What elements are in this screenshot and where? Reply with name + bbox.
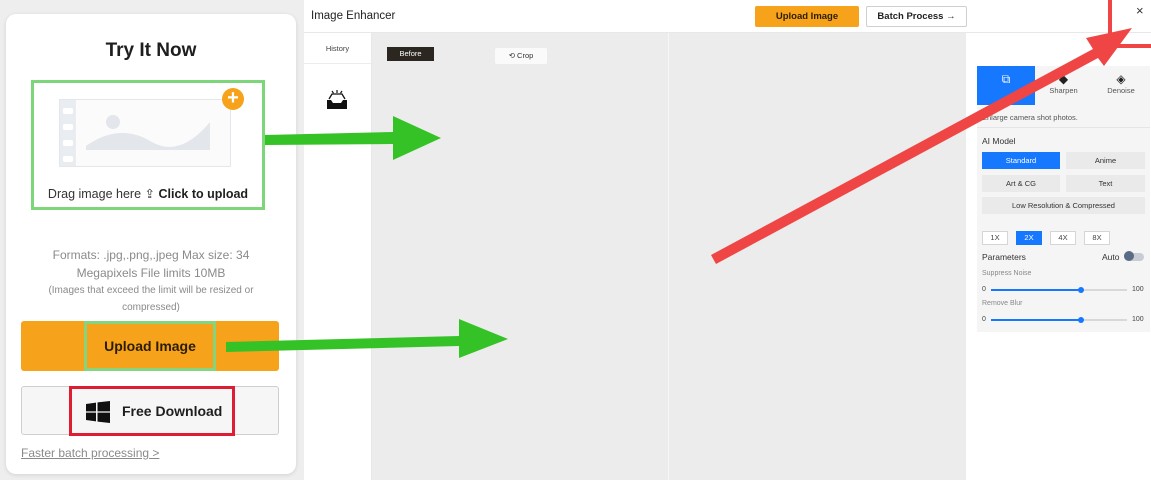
close-icon[interactable]: ×: [1136, 3, 1144, 18]
tab-enlarge[interactable]: ⧉: [977, 66, 1035, 105]
app-title: Image Enhancer: [311, 10, 396, 22]
model-standard-button[interactable]: Standard: [982, 152, 1060, 169]
suppress-noise-handle[interactable]: [1077, 287, 1084, 293]
sharpen-icon: ◆: [1058, 72, 1069, 86]
remove-blur-label: Remove Blur: [982, 300, 1023, 307]
enlarge-icon: ⧉: [1001, 72, 1011, 86]
suppress-noise-slider[interactable]: [991, 287, 1127, 293]
auto-toggle[interactable]: [1124, 251, 1144, 261]
windows-icon: [86, 401, 110, 423]
app-topbar: Image Enhancer Upload Image Batch Proces…: [304, 0, 1151, 33]
upload-image-label: Upload Image: [84, 321, 216, 371]
card-title: Try It Now: [105, 40, 197, 61]
crop-button[interactable]: ⟲ Crop: [495, 48, 547, 64]
before-canvas[interactable]: [372, 33, 668, 480]
scale-2x-button[interactable]: 2X: [1016, 231, 1042, 245]
before-label: Before: [387, 47, 434, 61]
model-art-cg-button[interactable]: Art & CG: [982, 175, 1060, 192]
suppress-noise-label: Suppress Noise: [982, 270, 1032, 277]
tab-denoise[interactable]: ◈ Denoise: [1092, 66, 1150, 105]
click-to-upload-link[interactable]: Click to upload: [158, 187, 248, 201]
placeholder-image-icon: [59, 99, 231, 167]
remove-blur-max: 100: [1132, 316, 1144, 323]
model-low-res-button[interactable]: Low Resolution & Compressed: [982, 197, 1145, 214]
upload-image-button[interactable]: Upload Image: [21, 321, 279, 371]
mode-description: Enlarge camera shot photos.: [982, 113, 1078, 122]
try-it-card: Try It Now + Drag image here ⇪ Click to …: [6, 14, 296, 474]
resize-note: (Images that exceed the limit will be re…: [48, 285, 254, 313]
history-sidebar: History: [304, 33, 372, 480]
mode-tabs: ⧉ ◆ Sharpen ◈ Denoise: [977, 66, 1150, 105]
scale-4x-button[interactable]: 4X: [1050, 231, 1076, 245]
free-download-highlight: Free Download: [69, 386, 235, 436]
tab-sharpen[interactable]: ◆ Sharpen: [1035, 66, 1092, 105]
app-root: Try It Now + Drag image here ⇪ Click to …: [0, 0, 1151, 480]
add-image-icon[interactable]: +: [222, 88, 244, 110]
parameters-label: Parameters: [982, 252, 1026, 262]
auto-label: Auto: [1102, 252, 1120, 262]
format-info: Formats: .jpg,.png,.jpeg Max size: 34 Me…: [52, 248, 250, 280]
suppress-noise-max: 100: [1132, 286, 1144, 293]
suppress-noise-min: 0: [982, 286, 986, 293]
scale-1x-button[interactable]: 1X: [982, 231, 1008, 245]
faster-batch-link[interactable]: Faster batch processing >: [21, 446, 159, 460]
remove-blur-slider[interactable]: [991, 317, 1127, 323]
empty-tray-icon: [327, 90, 347, 109]
model-text-button[interactable]: Text: [1066, 175, 1145, 192]
free-download-button[interactable]: Free Download: [21, 386, 279, 436]
remove-blur-handle[interactable]: [1077, 317, 1084, 323]
dropzone-hint: Drag image here ⇪ Click to upload: [47, 187, 249, 201]
topbar-upload-button[interactable]: Upload Image: [755, 6, 859, 27]
history-label[interactable]: History: [304, 44, 371, 53]
batch-process-button[interactable]: Batch Process →: [866, 6, 967, 27]
ai-model-label: AI Model: [982, 136, 1016, 146]
model-anime-button[interactable]: Anime: [1066, 152, 1145, 169]
upload-arrow-icon: ⇪: [144, 187, 155, 201]
denoise-icon: ◈: [1116, 72, 1126, 86]
settings-panel: ⧉ ◆ Sharpen ◈ Denoise Enlarge camera sho…: [977, 66, 1150, 332]
remove-blur-min: 0: [982, 316, 986, 323]
after-canvas[interactable]: [669, 33, 966, 480]
scale-8x-button[interactable]: 8X: [1084, 231, 1110, 245]
image-dropzone[interactable]: + Drag image here ⇪ Click to upload: [31, 80, 265, 210]
